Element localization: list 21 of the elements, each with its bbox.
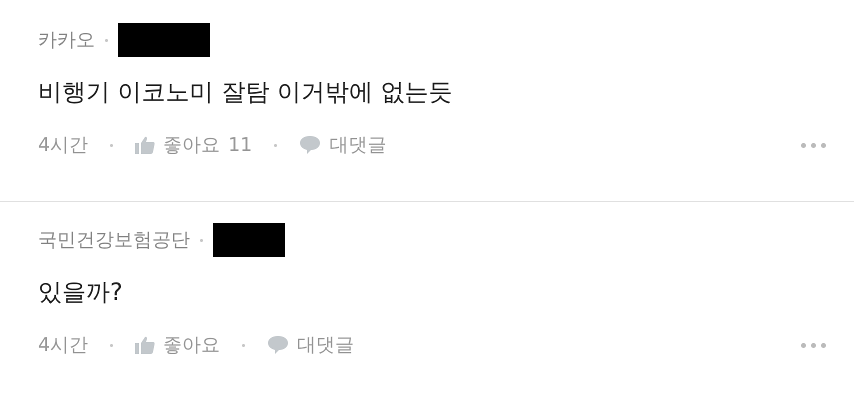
timestamp: 4시간 [38,333,88,358]
separator-dot [274,144,278,146]
author-name[interactable]: 국민건강보험공단 [38,227,190,253]
speech-bubble-icon [299,135,322,155]
like-button[interactable]: 좋아요 [135,332,220,358]
thumbs-up-icon [135,136,156,154]
comment-text: 있을까? [38,277,124,308]
comment-text: 비행기 이코노미 잘탐 이거밖에 없는듯 [38,77,454,108]
speech-bubble-icon [267,335,290,355]
separator-dot [200,238,203,242]
separator-dot [110,144,114,146]
author-name[interactable]: 카카오 [38,27,95,53]
separator-dot [105,38,108,42]
timestamp: 4시간 [38,133,88,158]
thumbs-up-icon [135,336,156,354]
like-button[interactable]: 좋아요 11 [135,132,252,158]
redaction-bar [213,223,285,257]
separator-dot [110,344,114,346]
reply-button[interactable]: 대댓글 [267,332,354,358]
separator-dot [242,344,246,346]
reply-button[interactable]: 대댓글 [299,132,386,158]
